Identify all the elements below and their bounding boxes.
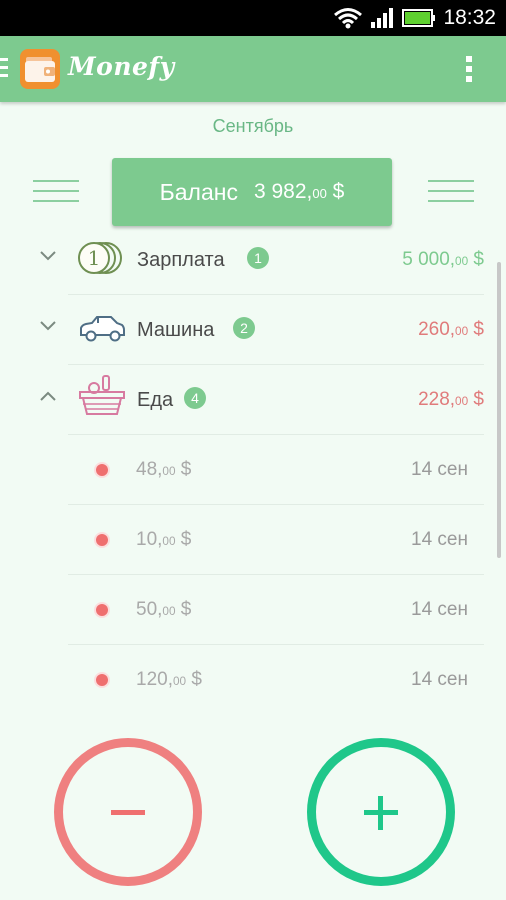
minus-icon [111,810,145,815]
category-row-salary[interactable]: 1 Зарплата 1 5 000,00 $ [0,224,506,294]
category-amount: 5 000,00 $ [402,249,484,270]
category-list: 1 Зарплата 1 5 000,00 $ Машина 2 260,00 … [0,224,506,720]
transaction-row[interactable]: 120,00 $ 14 сен [0,644,506,714]
count-badge: 4 [184,387,206,409]
transaction-row[interactable]: 48,00 $ 14 сен [0,434,506,504]
transaction-amount: 50,00 $ [136,599,192,620]
transaction-date: 14 сен [411,669,468,690]
list-scrollbar[interactable] [497,262,501,558]
battery-icon [402,9,435,27]
chevron-down-icon[interactable] [38,320,58,332]
category-row-food[interactable]: Еда 4 228,00 $ [0,364,506,434]
food-basket-icon [79,375,125,415]
clock: 18:32 [443,6,496,29]
transaction-amount: 10,00 $ [136,529,192,550]
category-amount: 228,00 $ [418,389,484,410]
overflow-menu-icon[interactable] [466,56,472,86]
add-income-button[interactable] [307,738,455,886]
menu-icon[interactable] [0,58,8,82]
status-bar: 18:32 [0,0,506,36]
count-badge: 2 [233,317,255,339]
transaction-row[interactable]: 50,00 $ 14 сен [0,574,506,644]
category-name: Зарплата [137,249,225,271]
category-name: Машина [137,319,215,341]
balance-amount: 3 982,00 $ [253,180,345,203]
chevron-up-icon[interactable] [38,390,58,402]
transaction-date: 14 сен [411,529,468,550]
expense-dot [96,604,108,616]
signal-icon [371,8,393,28]
category-row-car[interactable]: Машина 2 260,00 $ [0,294,506,364]
svg-text:1: 1 [88,246,101,270]
right-lines-icon[interactable] [428,180,474,210]
transaction-amount: 48,00 $ [136,459,192,480]
chevron-down-icon[interactable] [38,250,58,262]
expense-dot [96,464,108,476]
transaction-row[interactable]: 10,00 $ 14 сен [0,504,506,574]
coins-icon: 1 [78,242,122,274]
month-label[interactable]: Сентябрь [0,116,506,137]
expense-dot [96,534,108,546]
left-lines-icon[interactable] [33,180,79,210]
app-title: Monefy [68,52,175,81]
transaction-date: 14 сен [411,459,468,480]
category-amount: 260,00 $ [418,319,484,340]
balance-button[interactable]: Баланс 3 982,00 $ [112,158,392,226]
expense-dot [96,674,108,686]
car-icon [80,316,125,342]
balance-label: Баланс [159,178,238,205]
app-bar: Monefy [0,36,506,102]
count-badge: 1 [247,247,269,269]
category-name: Еда [137,389,174,411]
wifi-icon [334,8,362,29]
transaction-amount: 120,00 $ [136,669,202,690]
transaction-date: 14 сен [411,599,468,620]
wallet-logo-icon [20,49,60,89]
add-expense-button[interactable] [54,738,202,886]
